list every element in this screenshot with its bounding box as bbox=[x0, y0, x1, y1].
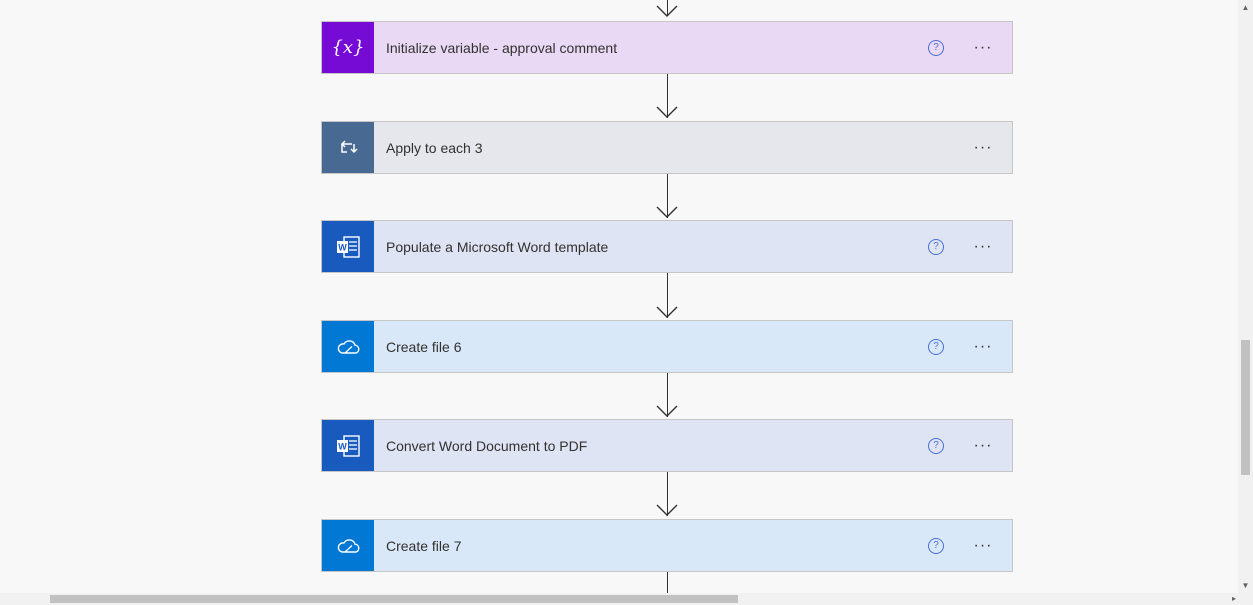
word-icon: W bbox=[322, 420, 374, 471]
step-title: Create file 7 bbox=[386, 537, 462, 554]
step-initialize-variable[interactable]: {x} Initialize variable - approval comme… bbox=[321, 21, 1013, 74]
scroll-down-icon[interactable]: ▼ bbox=[1238, 578, 1253, 593]
help-icon[interactable]: ? bbox=[928, 338, 944, 355]
step-convert-word-to-pdf[interactable]: W Convert Word Document to PDF ? ··· bbox=[321, 419, 1013, 472]
more-options-button[interactable]: ··· bbox=[968, 238, 998, 256]
scroll-up-icon[interactable]: ▲ bbox=[1238, 0, 1253, 15]
loop-icon bbox=[322, 122, 374, 173]
connector-arrow bbox=[656, 206, 678, 218]
help-icon[interactable]: ? bbox=[928, 537, 944, 554]
help-icon[interactable]: ? bbox=[928, 238, 944, 255]
help-icon[interactable]: ? bbox=[928, 39, 944, 56]
variable-icon: {x} bbox=[322, 22, 374, 73]
step-title: Apply to each 3 bbox=[386, 139, 483, 156]
connector-arrow bbox=[656, 5, 678, 17]
svg-text:W: W bbox=[338, 441, 347, 451]
connector-arrow bbox=[656, 106, 678, 118]
connector-arrow bbox=[656, 306, 678, 318]
step-create-file-6[interactable]: Create file 6 ? ··· bbox=[321, 320, 1013, 373]
step-apply-to-each[interactable]: Apply to each 3 ··· bbox=[321, 121, 1013, 174]
word-icon: W bbox=[322, 221, 374, 272]
vertical-scrollbar[interactable]: ▲ ▼ bbox=[1238, 0, 1253, 593]
scrollbar-corner bbox=[1238, 593, 1253, 605]
more-options-button[interactable]: ··· bbox=[968, 537, 998, 555]
connector-arrow bbox=[656, 405, 678, 417]
more-options-button[interactable]: ··· bbox=[968, 437, 998, 455]
svg-text:W: W bbox=[338, 242, 347, 252]
horizontal-scroll-thumb[interactable] bbox=[50, 595, 738, 603]
more-options-button[interactable]: ··· bbox=[968, 139, 998, 157]
step-populate-word-template[interactable]: W Populate a Microsoft Word template ? ·… bbox=[321, 220, 1013, 273]
connector-arrow bbox=[656, 504, 678, 516]
step-title: Populate a Microsoft Word template bbox=[386, 238, 609, 255]
step-create-file-7[interactable]: Create file 7 ? ··· bbox=[321, 519, 1013, 572]
variable-glyph: {x} bbox=[331, 37, 365, 58]
more-options-button[interactable]: ··· bbox=[968, 39, 998, 57]
flow-canvas: {x} Initialize variable - approval comme… bbox=[0, 0, 1238, 593]
step-title: Convert Word Document to PDF bbox=[386, 437, 588, 454]
scroll-right-icon[interactable]: ▸ bbox=[1232, 593, 1236, 605]
onedrive-icon bbox=[322, 321, 374, 372]
more-options-button[interactable]: ··· bbox=[968, 338, 998, 356]
vertical-scroll-thumb[interactable] bbox=[1241, 340, 1250, 475]
horizontal-scrollbar[interactable]: ▸ bbox=[0, 593, 1238, 605]
step-title: Create file 6 bbox=[386, 338, 462, 355]
connector-line bbox=[667, 572, 668, 593]
step-title: Initialize variable - approval comment bbox=[386, 39, 618, 56]
onedrive-icon bbox=[322, 520, 374, 571]
help-icon[interactable]: ? bbox=[928, 437, 944, 454]
